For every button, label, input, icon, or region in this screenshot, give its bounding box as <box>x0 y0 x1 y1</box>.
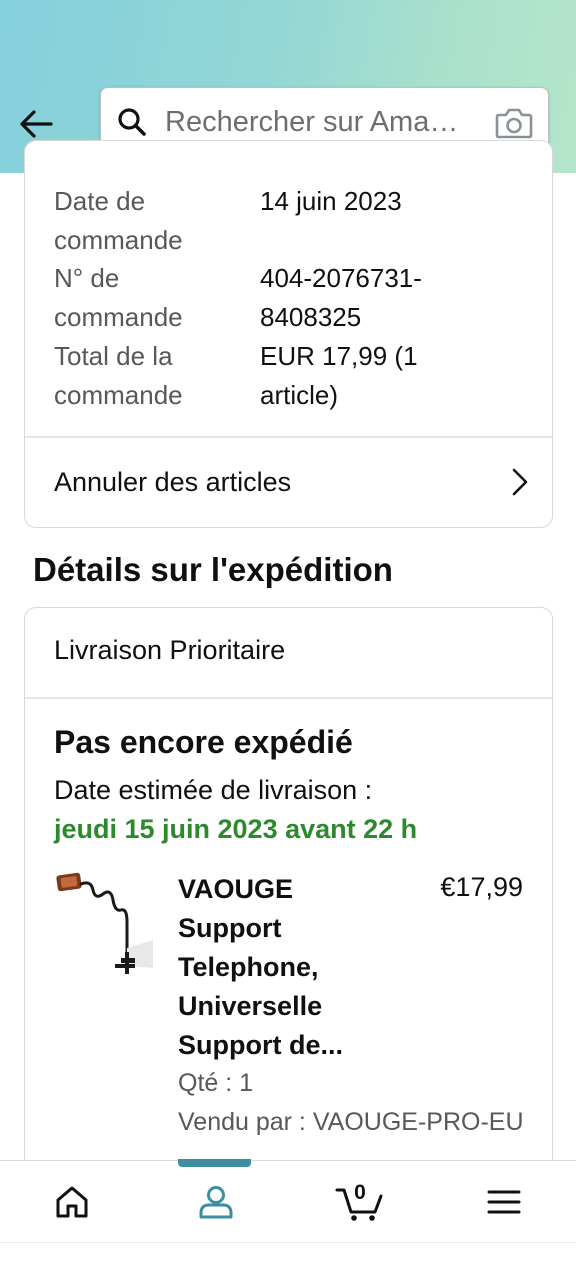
order-number-value: 404-2076731-8408325 <box>260 263 422 332</box>
bottom-nav: 0 <box>0 1159 576 1243</box>
system-navigation-bar <box>0 1242 576 1280</box>
chevron-right-icon <box>512 468 528 496</box>
nav-cart[interactable]: 0 <box>288 1161 432 1243</box>
estimated-delivery-label: Date estimée de livraison : <box>54 775 373 805</box>
shipping-method: Livraison Prioritaire <box>54 635 286 665</box>
nav-menu[interactable] <box>432 1161 576 1243</box>
order-date-value: 14 juin 2023 <box>260 186 402 216</box>
product-price: €17,99 <box>440 872 523 902</box>
nav-account[interactable] <box>144 1161 288 1243</box>
search-input[interactable] <box>165 100 481 144</box>
product-seller: Vendu par : VAOUGE-PRO-EU <box>178 1108 524 1136</box>
product-quantity: Qté : 1 <box>178 1069 254 1097</box>
camera-icon[interactable] <box>495 106 533 140</box>
order-summary-card: Date de commande 14 juin 2023 N° de comm… <box>24 140 553 528</box>
order-total-value: EUR 17,99 (1 article) <box>260 341 418 410</box>
estimated-delivery-date: jeudi 15 juin 2023 avant 22 h <box>54 814 418 844</box>
cart-count-badge: 0 <box>354 1181 366 1204</box>
nav-home[interactable] <box>0 1161 144 1243</box>
order-total-label: Total de la commande <box>54 341 183 410</box>
menu-icon <box>487 1190 521 1214</box>
product-title[interactable]: VAOUGE Support Telephone, Universelle Su… <box>178 870 388 1065</box>
order-number-label: N° de commande <box>54 263 183 332</box>
shipment-status: Pas encore expédié <box>54 724 353 760</box>
arrow-left-icon <box>20 110 53 138</box>
cancel-items-label: Annuler des articles <box>54 466 292 497</box>
order-date-label: Date de commande <box>54 186 183 255</box>
product-image[interactable] <box>55 870 155 980</box>
cancel-items-button[interactable]: Annuler des articles <box>25 438 552 526</box>
search-icon <box>117 107 147 137</box>
shipment-section-title: Détails sur l'expédition <box>33 551 393 588</box>
home-icon <box>56 1186 88 1218</box>
divider <box>25 697 552 699</box>
shipment-card: Livraison Prioritaire Pas encore expédié… <box>24 607 553 1227</box>
account-icon <box>199 1186 233 1219</box>
